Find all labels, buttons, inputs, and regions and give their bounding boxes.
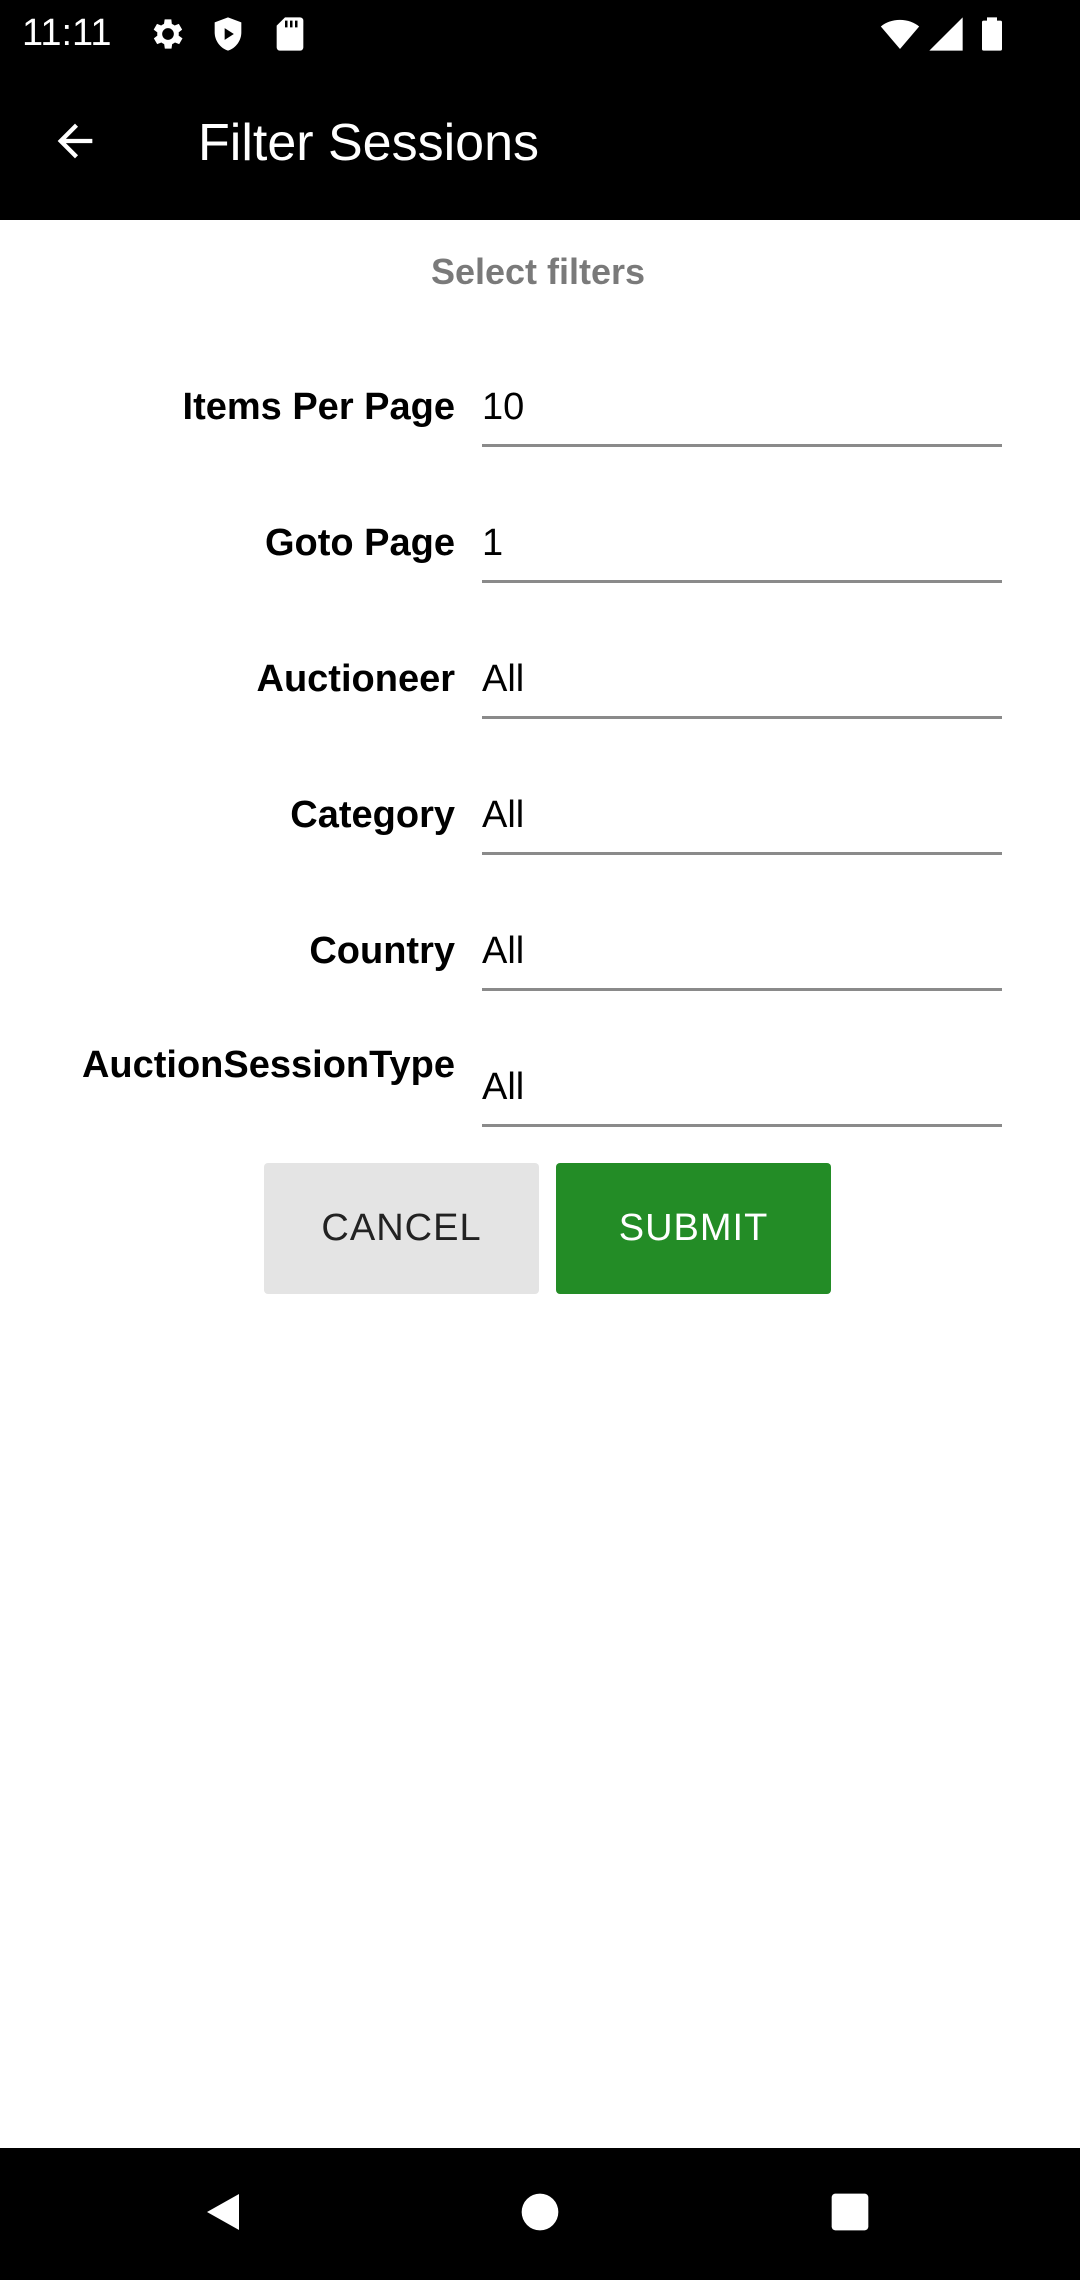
status-time: 11:11 [22,12,112,54]
nav-back-button[interactable] [185,2174,265,2254]
gear-icon [148,14,188,54]
auctioneer-row: Auctioneer [0,644,1080,724]
country-row: Country [0,916,1080,996]
signal-icon [926,14,966,54]
cancel-button[interactable]: CANCEL [264,1163,539,1294]
auction-session-type-input[interactable] [482,1056,1002,1127]
auction-session-type-label: AuctionSessionType [81,1044,455,1086]
arrow-left-icon [49,115,101,172]
home-circle-icon [518,2190,562,2239]
auction-session-type-row: AuctionSessionType [0,1038,1080,1127]
auctioneer-input[interactable] [482,648,1002,719]
nav-home-button[interactable] [500,2174,580,2254]
goto-page-row: Goto Page [0,508,1080,588]
back-triangle-icon [201,2188,249,2241]
app-bar: Filter Sessions [0,66,1080,220]
recents-square-icon [828,2190,872,2239]
shield-icon [208,14,248,54]
status-bar: 11:11 [0,0,1080,66]
country-input[interactable] [482,920,1002,991]
form-subtitle: Select filters [430,251,646,292]
battery-icon [972,14,1012,54]
auctioneer-label: Auctioneer [256,658,455,700]
country-label: Country [309,930,455,972]
page-title: Filter Sessions [198,114,539,172]
category-input[interactable] [482,784,1002,855]
category-row: Category [0,780,1080,860]
system-nav-bar [0,2148,1080,2280]
items-per-page-input[interactable] [482,376,1002,447]
nav-recents-button[interactable] [810,2174,890,2254]
sd-card-icon [270,14,310,54]
filter-sessions-screen: 11:11 Filter Sessions Select filters Ite… [0,0,1080,2280]
goto-page-label: Goto Page [264,522,455,564]
items-per-page-label: Items Per Page [182,386,455,428]
back-button[interactable] [30,98,120,188]
wifi-icon [880,14,920,54]
submit-button[interactable]: SUBMIT [556,1163,831,1294]
items-per-page-row: Items Per Page [0,372,1080,452]
goto-page-input[interactable] [482,512,1002,583]
category-label: Category [290,794,455,836]
